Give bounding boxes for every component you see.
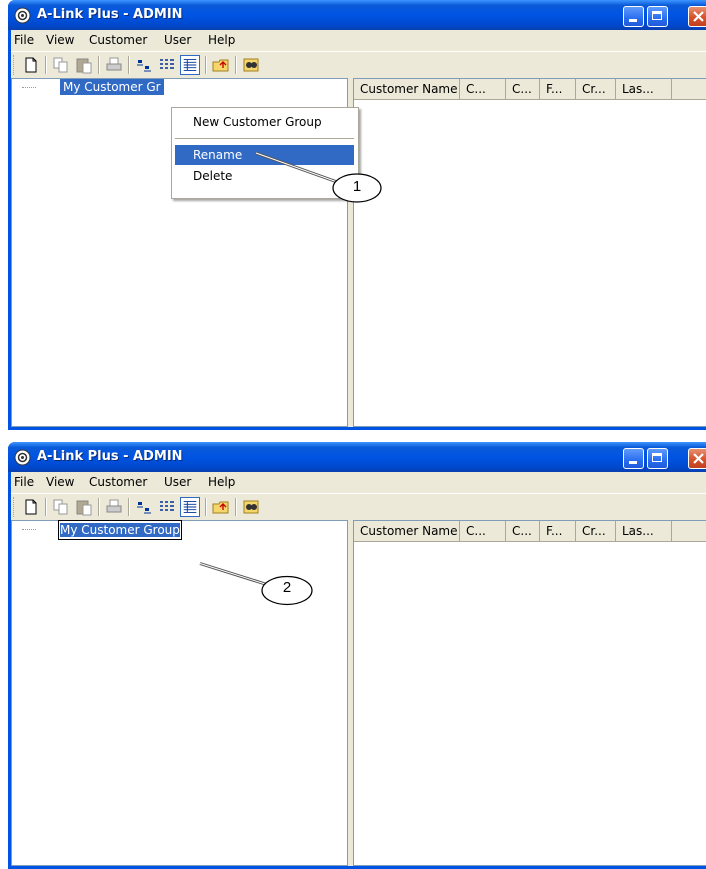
- find-icon[interactable]: [241, 497, 261, 517]
- tree-line: [22, 87, 36, 88]
- large-icons-view-icon[interactable]: [134, 55, 154, 75]
- list-column-header: Customer Name C... C... F... Cr... Las..…: [354, 79, 706, 100]
- column-c2[interactable]: C...: [506, 521, 540, 541]
- menu-bar: File View Customer User Help: [11, 30, 706, 50]
- close-button[interactable]: [688, 448, 706, 469]
- window-title: A-Link Plus - ADMIN: [37, 449, 183, 464]
- screenshot-2: A-Link Plus - ADMIN File View Customer U…: [0, 442, 706, 869]
- app-icon: [14, 7, 31, 24]
- client-area: File View Customer User Help My Customer…: [11, 472, 706, 866]
- app-window: A-Link Plus - ADMIN File View Customer U…: [8, 442, 706, 869]
- maximize-button[interactable]: [647, 6, 668, 27]
- toolbar-grip[interactable]: [13, 497, 17, 517]
- folder-up-icon[interactable]: [211, 55, 231, 75]
- client-area: File View Customer User Help My Customer…: [11, 30, 706, 427]
- find-icon[interactable]: [241, 55, 261, 75]
- title-bar[interactable]: A-Link Plus - ADMIN: [8, 442, 706, 472]
- details-view-icon[interactable]: [180, 55, 200, 75]
- menu-file[interactable]: File: [14, 33, 34, 47]
- toolbar-separator: [235, 56, 237, 74]
- column-customer-name[interactable]: Customer Name: [354, 79, 460, 99]
- menu-customer[interactable]: Customer: [89, 475, 147, 489]
- callout-1-number: 1: [352, 178, 362, 195]
- app-window: A-Link Plus - ADMIN File View Customer U…: [8, 0, 706, 430]
- toolbar-grip[interactable]: [13, 55, 17, 75]
- menu-separator: [175, 138, 354, 139]
- menu-bar: File View Customer User Help: [11, 472, 706, 492]
- callout-2-number: 2: [282, 579, 292, 596]
- maximize-button[interactable]: [647, 448, 668, 469]
- column-customer-name[interactable]: Customer Name: [354, 521, 460, 541]
- tree-node-my-customer-group[interactable]: My Customer Gr: [60, 79, 164, 95]
- new-icon[interactable]: [21, 497, 41, 517]
- menu-item-new-customer-group[interactable]: New Customer Group: [175, 111, 354, 133]
- menu-customer[interactable]: Customer: [89, 33, 147, 47]
- close-icon: [693, 453, 704, 464]
- menu-item-delete[interactable]: Delete: [175, 166, 354, 186]
- toolbar: [11, 51, 706, 78]
- minimize-icon: [629, 19, 637, 22]
- column-las[interactable]: Las...: [616, 79, 672, 99]
- toolbar-separator: [98, 498, 100, 516]
- menu-user[interactable]: User: [164, 33, 191, 47]
- minimize-button[interactable]: [623, 6, 644, 27]
- toolbar-separator: [128, 498, 130, 516]
- paste-icon[interactable]: [74, 55, 94, 75]
- column-c1[interactable]: C...: [460, 79, 506, 99]
- paste-icon[interactable]: [74, 497, 94, 517]
- menu-user[interactable]: User: [164, 475, 191, 489]
- context-menu: New Customer Group Rename Delete: [171, 107, 359, 199]
- minimize-icon: [629, 461, 637, 464]
- toolbar-separator: [45, 56, 47, 74]
- menu-help[interactable]: Help: [208, 33, 235, 47]
- column-f[interactable]: F...: [540, 79, 576, 99]
- tree-node-rename-editor[interactable]: My Customer Group: [58, 520, 182, 540]
- copy-icon[interactable]: [51, 497, 71, 517]
- column-c2[interactable]: C...: [506, 79, 540, 99]
- toolbar-separator: [205, 498, 207, 516]
- toolbar: [11, 493, 706, 520]
- list-column-header: Customer Name C... C... F... Cr... Las..…: [354, 521, 706, 542]
- minimize-button[interactable]: [623, 448, 644, 469]
- column-cr[interactable]: Cr...: [576, 521, 616, 541]
- close-icon: [693, 11, 704, 22]
- column-c1[interactable]: C...: [460, 521, 506, 541]
- app-icon: [14, 449, 31, 466]
- menu-view[interactable]: View: [46, 475, 74, 489]
- large-icons-view-icon[interactable]: [134, 497, 154, 517]
- column-las[interactable]: Las...: [616, 521, 672, 541]
- toolbar-separator: [235, 498, 237, 516]
- menu-view[interactable]: View: [46, 33, 74, 47]
- maximize-icon: [652, 453, 662, 462]
- column-cr[interactable]: Cr...: [576, 79, 616, 99]
- maximize-icon: [652, 11, 662, 20]
- details-view-icon[interactable]: [180, 497, 200, 517]
- copy-icon[interactable]: [51, 55, 71, 75]
- close-button[interactable]: [688, 6, 706, 27]
- tree-line: [22, 529, 36, 530]
- tree-pane[interactable]: My Customer Group: [11, 520, 348, 866]
- list-view-icon[interactable]: [157, 55, 177, 75]
- list-view-icon[interactable]: [157, 497, 177, 517]
- menu-help[interactable]: Help: [208, 475, 235, 489]
- tree-node-rename-text: My Customer Group: [60, 523, 180, 537]
- toolbar-separator: [98, 56, 100, 74]
- toolbar-separator: [45, 498, 47, 516]
- title-bar[interactable]: A-Link Plus - ADMIN: [8, 0, 706, 30]
- window-title: A-Link Plus - ADMIN: [37, 7, 183, 22]
- column-f[interactable]: F...: [540, 521, 576, 541]
- screenshot-1: A-Link Plus - ADMIN File View Customer U…: [0, 0, 706, 430]
- folder-up-icon[interactable]: [211, 497, 231, 517]
- customer-list-pane[interactable]: Customer Name C... C... F... Cr... Las..…: [353, 520, 706, 866]
- print-icon[interactable]: [104, 497, 124, 517]
- menu-item-rename[interactable]: Rename: [175, 145, 354, 165]
- new-icon[interactable]: [21, 55, 41, 75]
- toolbar-separator: [128, 56, 130, 74]
- customer-list-pane[interactable]: Customer Name C... C... F... Cr... Las..…: [353, 78, 706, 427]
- print-icon[interactable]: [104, 55, 124, 75]
- menu-file[interactable]: File: [14, 475, 34, 489]
- toolbar-separator: [205, 56, 207, 74]
